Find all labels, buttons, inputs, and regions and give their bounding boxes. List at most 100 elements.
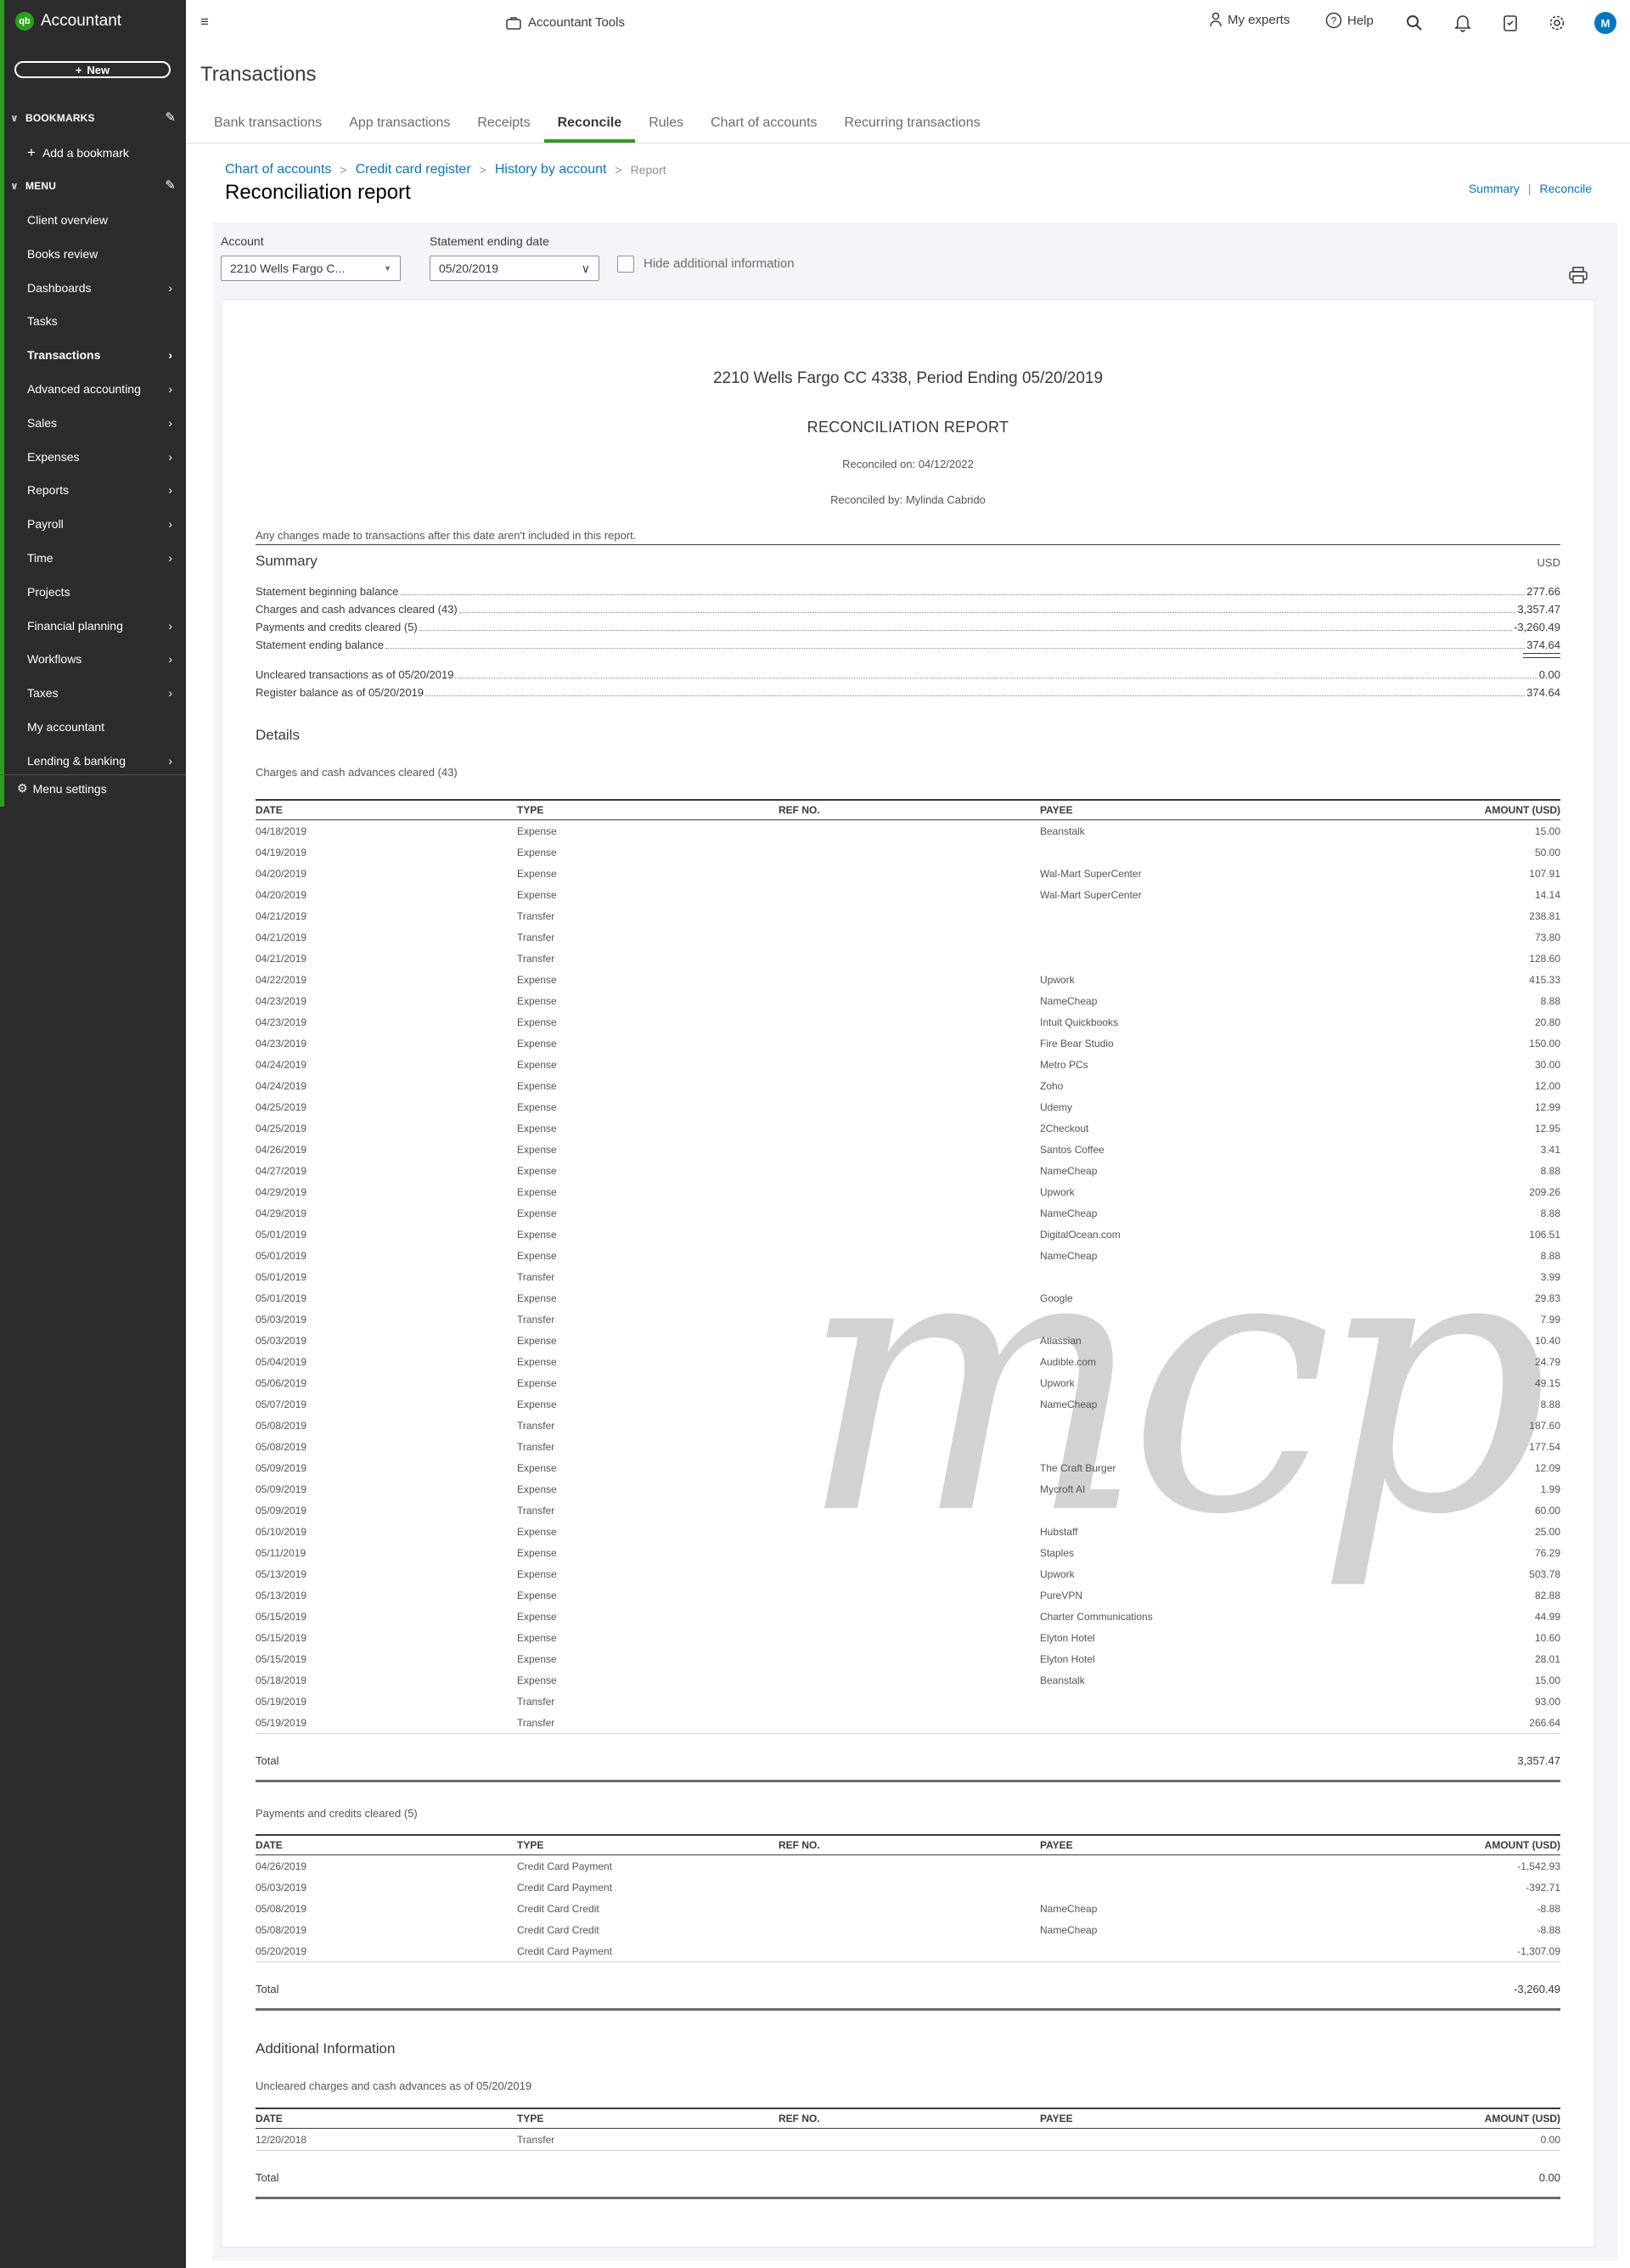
table-row[interactable]: 05/15/2019 Expense Elyton Hotel 10.60	[256, 1627, 1560, 1648]
my-experts-button[interactable]: My experts	[1209, 12, 1290, 27]
table-row[interactable]: 05/13/2019 Expense Upwork 503.78	[256, 1563, 1560, 1584]
table-row[interactable]: 05/01/2019 Transfer 3.99	[256, 1266, 1560, 1287]
bell-notifications-icon[interactable]	[1454, 14, 1471, 32]
table-row[interactable]: 04/26/2019 Expense Santos Coffee 3.41	[256, 1139, 1560, 1160]
table-row[interactable]: 04/23/2019 Expense NameCheap 8.88	[256, 990, 1560, 1011]
print-icon[interactable]	[1569, 267, 1588, 284]
table-row[interactable]: 05/20/2019 Credit Card Payment -1,307.09	[256, 1940, 1560, 1962]
sidebar-item-my-accountant[interactable]: My accountant	[27, 720, 176, 734]
table-row[interactable]: 05/11/2019 Expense Staples 76.29	[256, 1542, 1560, 1563]
sidebar-item-payroll[interactable]: Payroll ›	[27, 517, 176, 531]
table-row[interactable]: 04/19/2019 Expense 50.00	[256, 841, 1560, 863]
sidebar-item-dashboards[interactable]: Dashboards ›	[27, 281, 176, 295]
table-row[interactable]: 05/06/2019 Expense Upwork 49.15	[256, 1372, 1560, 1393]
table-row[interactable]: 04/23/2019 Expense Intuit Quickbooks 20.80	[256, 1011, 1560, 1033]
table-row[interactable]: 04/24/2019 Expense Metro PCs 30.00	[256, 1054, 1560, 1075]
sidebar-item-transactions[interactable]: Transactions ›	[27, 348, 176, 362]
table-row[interactable]: 05/01/2019 Expense DigitalOcean.com 106.51	[256, 1224, 1560, 1245]
new-button[interactable]: + New	[14, 61, 171, 78]
table-row[interactable]: 04/26/2019 Credit Card Payment -1,542.93	[256, 1855, 1560, 1877]
tab-reconcile[interactable]: Reconcile	[543, 112, 636, 143]
sidebar-item-advanced-accounting[interactable]: Advanced accounting ›	[27, 382, 176, 396]
table-row[interactable]: 05/09/2019 Transfer 60.00	[256, 1500, 1560, 1521]
table-row[interactable]: 05/15/2019 Expense Charter Communications 4…	[256, 1606, 1560, 1627]
tab-rules[interactable]: Rules	[635, 112, 697, 143]
sidebar-item-projects[interactable]: Projects	[27, 585, 176, 599]
table-row[interactable]: 05/09/2019 Expense Mycroft AI 1.99	[256, 1478, 1560, 1500]
table-row[interactable]: 04/21/2019 Transfer 73.80	[256, 926, 1560, 948]
edit-bookmarks-pencil-icon[interactable]: ✎	[165, 110, 176, 125]
table-row[interactable]: 04/20/2019 Expense Wal-Mart SuperCenter 107…	[256, 863, 1560, 884]
table-row[interactable]: 04/27/2019 Expense NameCheap 8.88	[256, 1160, 1560, 1181]
edit-menu-pencil-icon[interactable]: ✎	[165, 177, 176, 193]
table-row[interactable]: 05/01/2019 Expense Google 29.83	[256, 1287, 1560, 1308]
table-row[interactable]: 05/03/2019 Credit Card Payment -392.71	[256, 1877, 1560, 1898]
hide-additional-info-checkbox[interactable]	[617, 256, 634, 273]
collapse-menu-icon[interactable]: ≡	[200, 14, 209, 31]
table-row[interactable]: 05/08/2019 Transfer 177.54	[256, 1436, 1560, 1457]
table-row[interactable]: 05/08/2019 Credit Card Credit NameCheap -8.…	[256, 1898, 1560, 1919]
sidebar-item-lending-banking[interactable]: Lending & banking ›	[27, 754, 176, 768]
table-row[interactable]: 05/19/2019 Transfer 266.64	[256, 1712, 1560, 1734]
sidebar-item-taxes[interactable]: Taxes ›	[27, 686, 176, 700]
brand-logo[interactable]: qb Accountant	[15, 12, 121, 31]
table-row[interactable]: 04/23/2019 Expense Fire Bear Studio 150.00	[256, 1033, 1560, 1054]
table-row[interactable]: 04/21/2019 Transfer 128.60	[256, 948, 1560, 969]
table-row[interactable]: 05/08/2019 Transfer 187.60	[256, 1415, 1560, 1436]
menu-settings-link[interactable]: ⚙ Menu settings	[17, 781, 107, 796]
table-row[interactable]: 04/29/2019 Expense Upwork 209.26	[256, 1181, 1560, 1202]
tasks-clipboard-icon[interactable]	[1503, 14, 1518, 32]
table-row[interactable]: 05/10/2019 Expense Hubstaff 25.00	[256, 1521, 1560, 1542]
table-cell: 8.88	[1540, 1207, 1560, 1219]
table-row[interactable]: 05/01/2019 Expense NameCheap 8.88	[256, 1245, 1560, 1266]
tab-app-transactions[interactable]: App transactions	[335, 112, 464, 143]
settings-gear-icon[interactable]	[1548, 14, 1565, 31]
table-row[interactable]: 05/07/2019 Expense NameCheap 8.88	[256, 1393, 1560, 1415]
accountant-tools-button[interactable]: Accountant Tools	[506, 15, 625, 30]
add-bookmark-link[interactable]: + Add a bookmark	[27, 144, 129, 161]
sidebar-item-tasks[interactable]: Tasks	[27, 314, 176, 328]
menu-section-toggle[interactable]: ∨ MENU	[10, 180, 56, 192]
statement-date-select[interactable]: 05/20/2019 ∨	[430, 256, 599, 281]
breadcrumb-chart-of-accounts[interactable]: Chart of accounts	[225, 162, 331, 177]
sidebar-item-reports[interactable]: Reports ›	[27, 483, 176, 497]
table-row[interactable]: 05/13/2019 Expense PureVPN 82.88	[256, 1584, 1560, 1606]
table-row[interactable]: 04/25/2019 Expense 2Checkout 12.95	[256, 1117, 1560, 1139]
table-row[interactable]: 04/25/2019 Expense Udemy 12.99	[256, 1096, 1560, 1117]
tab-receipts[interactable]: Receipts	[464, 112, 543, 143]
bookmarks-section-toggle[interactable]: ∨ BOOKMARKS	[10, 112, 95, 124]
table-row[interactable]: 04/29/2019 Expense NameCheap 8.88	[256, 1202, 1560, 1224]
table-row[interactable]: 04/24/2019 Expense Zoho 12.00	[256, 1075, 1560, 1096]
table-row[interactable]: 04/21/2019 Transfer 238.81	[256, 905, 1560, 926]
table-row[interactable]: 05/18/2019 Expense Beanstalk 15.00	[256, 1669, 1560, 1691]
table-row[interactable]: 12/20/2018 Transfer 0.00	[256, 2128, 1560, 2151]
breadcrumb-credit-card-register[interactable]: Credit card register	[356, 162, 471, 177]
sidebar-item-financial-planning[interactable]: Financial planning ›	[27, 619, 176, 633]
table-row[interactable]: 04/18/2019 Expense Beanstalk 15.00	[256, 820, 1560, 842]
breadcrumb-history-by-account[interactable]: History by account	[495, 162, 607, 177]
help-button[interactable]: ? Help	[1325, 12, 1374, 29]
sidebar-item-sales[interactable]: Sales ›	[27, 416, 176, 430]
table-row[interactable]: 04/20/2019 Expense Wal-Mart SuperCenter 14.…	[256, 884, 1560, 905]
table-row[interactable]: 05/19/2019 Transfer 93.00	[256, 1691, 1560, 1712]
table-row[interactable]: 05/08/2019 Credit Card Credit NameCheap -8.…	[256, 1919, 1560, 1940]
table-row[interactable]: 05/15/2019 Expense Elyton Hotel 28.01	[256, 1648, 1560, 1669]
tab-bank-transactions[interactable]: Bank transactions	[200, 112, 335, 143]
sidebar-item-client-overview[interactable]: Client overview	[27, 213, 176, 227]
sidebar-item-time[interactable]: Time ›	[27, 551, 176, 565]
sidebar-item-books-review[interactable]: Books review	[27, 247, 176, 261]
table-row[interactable]: 04/22/2019 Expense Upwork 415.33	[256, 969, 1560, 990]
search-icon[interactable]	[1406, 14, 1423, 31]
table-row[interactable]: 05/09/2019 Expense The Craft Burger 12.09	[256, 1457, 1560, 1478]
tab-recurring-transactions[interactable]: Recurring transactions	[831, 112, 994, 143]
summary-link[interactable]: Summary	[1469, 182, 1520, 195]
sidebar-item-expenses[interactable]: Expenses ›	[27, 450, 176, 464]
table-row[interactable]: 05/04/2019 Expense Audible.com 24.79	[256, 1351, 1560, 1372]
account-select[interactable]: 2210 Wells Fargo C... ▼	[221, 256, 401, 281]
reconcile-link[interactable]: Reconcile	[1540, 182, 1592, 195]
user-avatar[interactable]: M	[1594, 12, 1616, 34]
tab-chart-of-accounts[interactable]: Chart of accounts	[697, 112, 830, 143]
table-row[interactable]: 05/03/2019 Expense Atlassian 10.40	[256, 1330, 1560, 1351]
sidebar-item-workflows[interactable]: Workflows ›	[27, 652, 176, 666]
table-row[interactable]: 05/03/2019 Transfer 7.99	[256, 1308, 1560, 1330]
